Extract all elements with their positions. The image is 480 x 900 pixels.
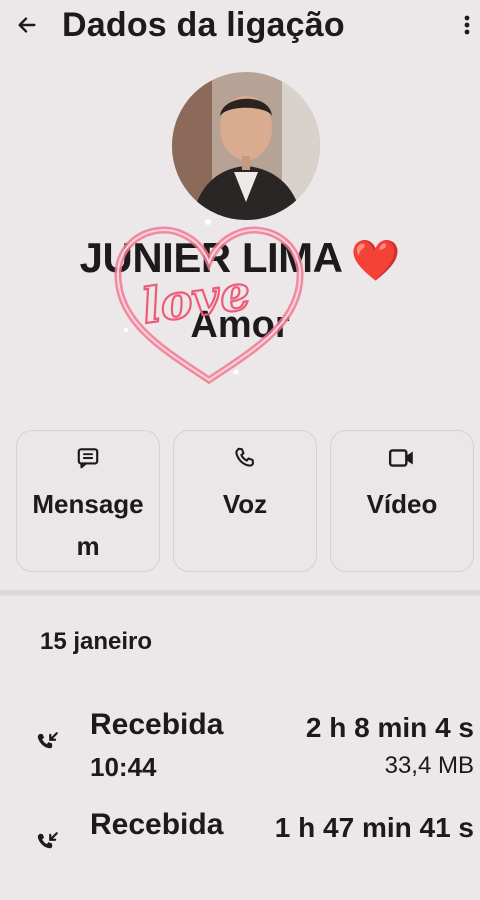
history-date: 15 janeiro: [40, 628, 153, 655]
more-options-button[interactable]: [456, 10, 478, 40]
phone-icon: [235, 447, 255, 467]
message-icon: [77, 448, 99, 469]
avatar-photo: [172, 72, 320, 220]
call-data-size: 33,4 MB: [384, 752, 474, 779]
back-button[interactable]: [12, 10, 42, 40]
call-log-item[interactable]: Recebida 10:44 2 h 8 min 4 s 33,4 MB: [0, 708, 480, 800]
app-bar: Dados da ligação: [0, 0, 480, 60]
call-log-item[interactable]: Recebida 1 h 47 min 41 s: [0, 808, 480, 900]
video-icon: [388, 449, 413, 467]
incoming-call-icon: [37, 732, 58, 749]
contact-name: JUNIER LIMA: [79, 234, 343, 281]
voice-call-button-label: Voz: [222, 489, 268, 519]
call-duration: 2 h 8 min 4 s: [305, 712, 474, 743]
contact-nickname: Amor: [190, 304, 290, 346]
heart-emoji: ❤️: [350, 239, 401, 283]
voice-call-button[interactable]: Voz: [173, 430, 317, 572]
call-duration: 1 h 47 min 41 s: [274, 812, 474, 843]
call-type: Recebida: [90, 808, 224, 841]
page-title: Dados da ligação: [62, 6, 345, 44]
arrow-left-icon: [18, 17, 36, 33]
contact-name-row: JUNIER LIMA ❤️: [0, 234, 480, 284]
message-button[interactable]: Mensagem: [16, 430, 160, 572]
message-button-label: Mensagem: [32, 489, 144, 561]
contact-actions: Mensagem Voz Vídeo: [16, 430, 476, 574]
section-divider: [0, 590, 480, 594]
call-time: 10:44: [90, 752, 157, 782]
video-call-button[interactable]: Vídeo: [330, 430, 474, 572]
more-vertical-icon: [464, 15, 470, 35]
call-type: Recebida: [90, 708, 224, 741]
incoming-call-icon: [37, 832, 58, 849]
video-call-button-label: Vídeo: [366, 489, 438, 519]
contact-avatar[interactable]: [172, 72, 320, 220]
